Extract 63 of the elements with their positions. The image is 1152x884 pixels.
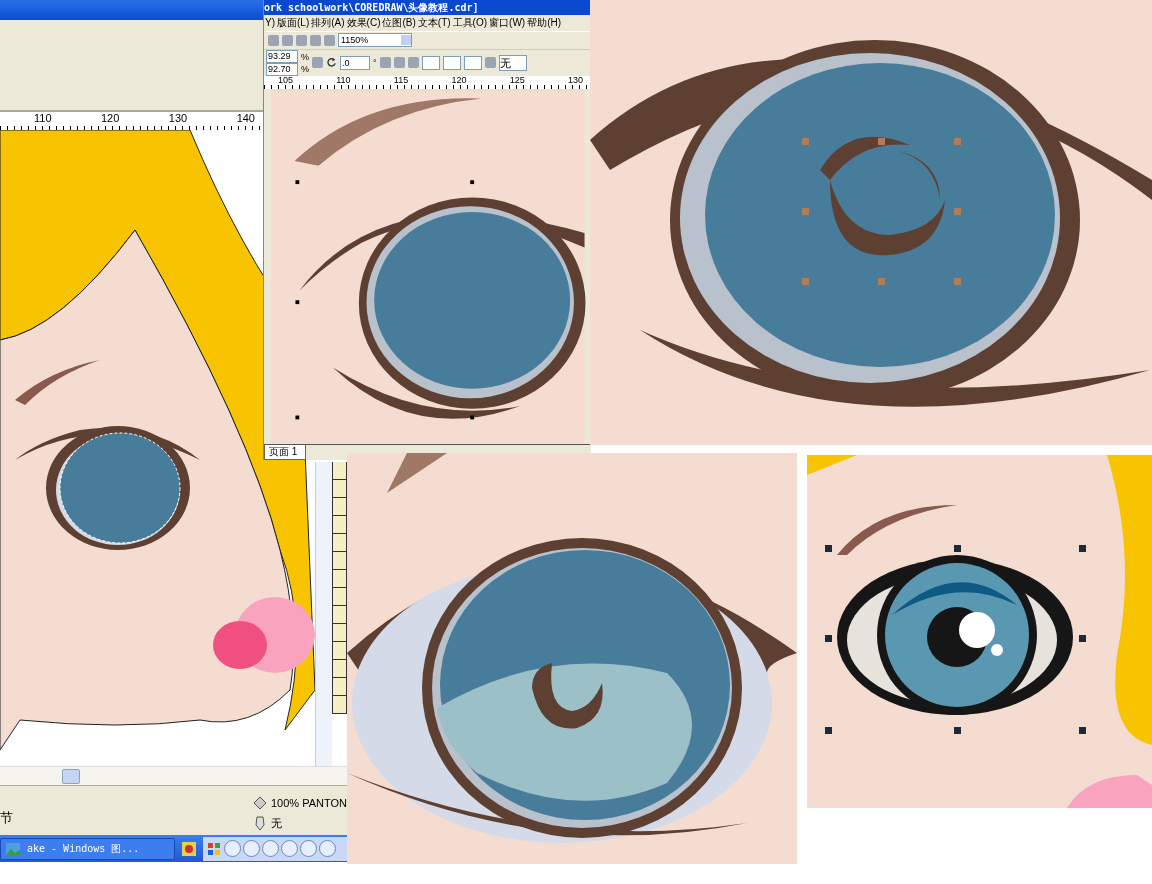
- media-button[interactable]: [281, 840, 298, 857]
- status-text: 节: [0, 809, 13, 827]
- ruler-label: 110: [336, 75, 351, 85]
- ruler-label: 120: [451, 75, 467, 85]
- menu-item[interactable]: Y): [265, 17, 275, 29]
- menu-item[interactable]: 排列(A): [311, 15, 345, 30]
- color-swatch[interactable]: [332, 498, 347, 516]
- rotate-icon: [326, 57, 337, 69]
- media-button[interactable]: [243, 840, 260, 857]
- tray-icon[interactable]: [181, 840, 197, 857]
- line-style-dropdown[interactable]: [442, 55, 461, 70]
- color-swatch[interactable]: [332, 462, 347, 480]
- menu-item[interactable]: 工具(O): [452, 15, 488, 30]
- unit-label: °: [373, 56, 377, 69]
- pen-nib-icon: [252, 815, 268, 831]
- color-swatch[interactable]: [332, 480, 347, 498]
- media-button[interactable]: [224, 840, 241, 857]
- color-swatch[interactable]: [332, 624, 347, 642]
- fill-bucket-icon: [252, 795, 268, 811]
- windows-flag-icon[interactable]: [206, 840, 222, 857]
- ruler-label: 130: [567, 75, 583, 85]
- fill-status: 100% PANTON: [271, 797, 347, 809]
- menu-item[interactable]: 文本(T): [417, 15, 451, 30]
- color-swatch[interactable]: [332, 696, 347, 714]
- menu-item[interactable]: 窗口(W): [489, 15, 526, 30]
- menu-item[interactable]: 位图(B): [382, 15, 416, 30]
- menu-item[interactable]: 版面(L): [277, 15, 310, 30]
- ruler-label: 120: [101, 112, 120, 124]
- unit-label: %: [301, 50, 309, 63]
- unit-label: %: [301, 62, 309, 75]
- color-swatch[interactable]: [332, 534, 347, 552]
- ruler-label: 105: [278, 75, 294, 85]
- menu-item[interactable]: 效果(C): [346, 15, 381, 30]
- color-swatch[interactable]: [332, 678, 347, 696]
- media-button[interactable]: [319, 840, 336, 857]
- scroll-thumb[interactable]: [62, 769, 80, 784]
- menu-item[interactable]: 帮助(H): [527, 15, 562, 30]
- arrow-start-dropdown[interactable]: [421, 55, 440, 70]
- color-swatch[interactable]: [332, 660, 347, 678]
- picture-icon: [5, 840, 21, 857]
- ruler-label: 130: [168, 112, 188, 124]
- scale-x-field[interactable]: 93.29: [266, 49, 298, 63]
- color-swatch[interactable]: [332, 606, 347, 624]
- color-swatch[interactable]: [332, 516, 347, 534]
- outline-width-field[interactable]: 无: [498, 54, 527, 71]
- color-swatch[interactable]: [332, 642, 347, 660]
- ruler-label: 125: [509, 75, 525, 85]
- color-swatch[interactable]: [332, 552, 347, 570]
- ruler-label: 110: [34, 112, 52, 124]
- window-title: ork schoolwork\COREDRAW\头像教程.cdr]: [264, 0, 591, 15]
- taskbar-item[interactable]: ake - Windows 图...: [0, 837, 175, 860]
- media-button[interactable]: [300, 840, 317, 857]
- rotation-field[interactable]: .0: [340, 55, 370, 70]
- page-tab[interactable]: 页面 1: [264, 445, 307, 460]
- ruler-label: 140: [236, 112, 255, 124]
- horizontal-scrollbar[interactable]: [0, 766, 347, 785]
- arrow-end-dropdown[interactable]: [463, 55, 482, 70]
- media-button[interactable]: [262, 840, 279, 857]
- color-swatch[interactable]: [332, 570, 347, 588]
- zoom-dropdown[interactable]: 1150%: [338, 33, 412, 48]
- outline-status: 无: [271, 815, 282, 831]
- color-swatch[interactable]: [332, 588, 347, 606]
- ruler-label: 115: [393, 75, 409, 85]
